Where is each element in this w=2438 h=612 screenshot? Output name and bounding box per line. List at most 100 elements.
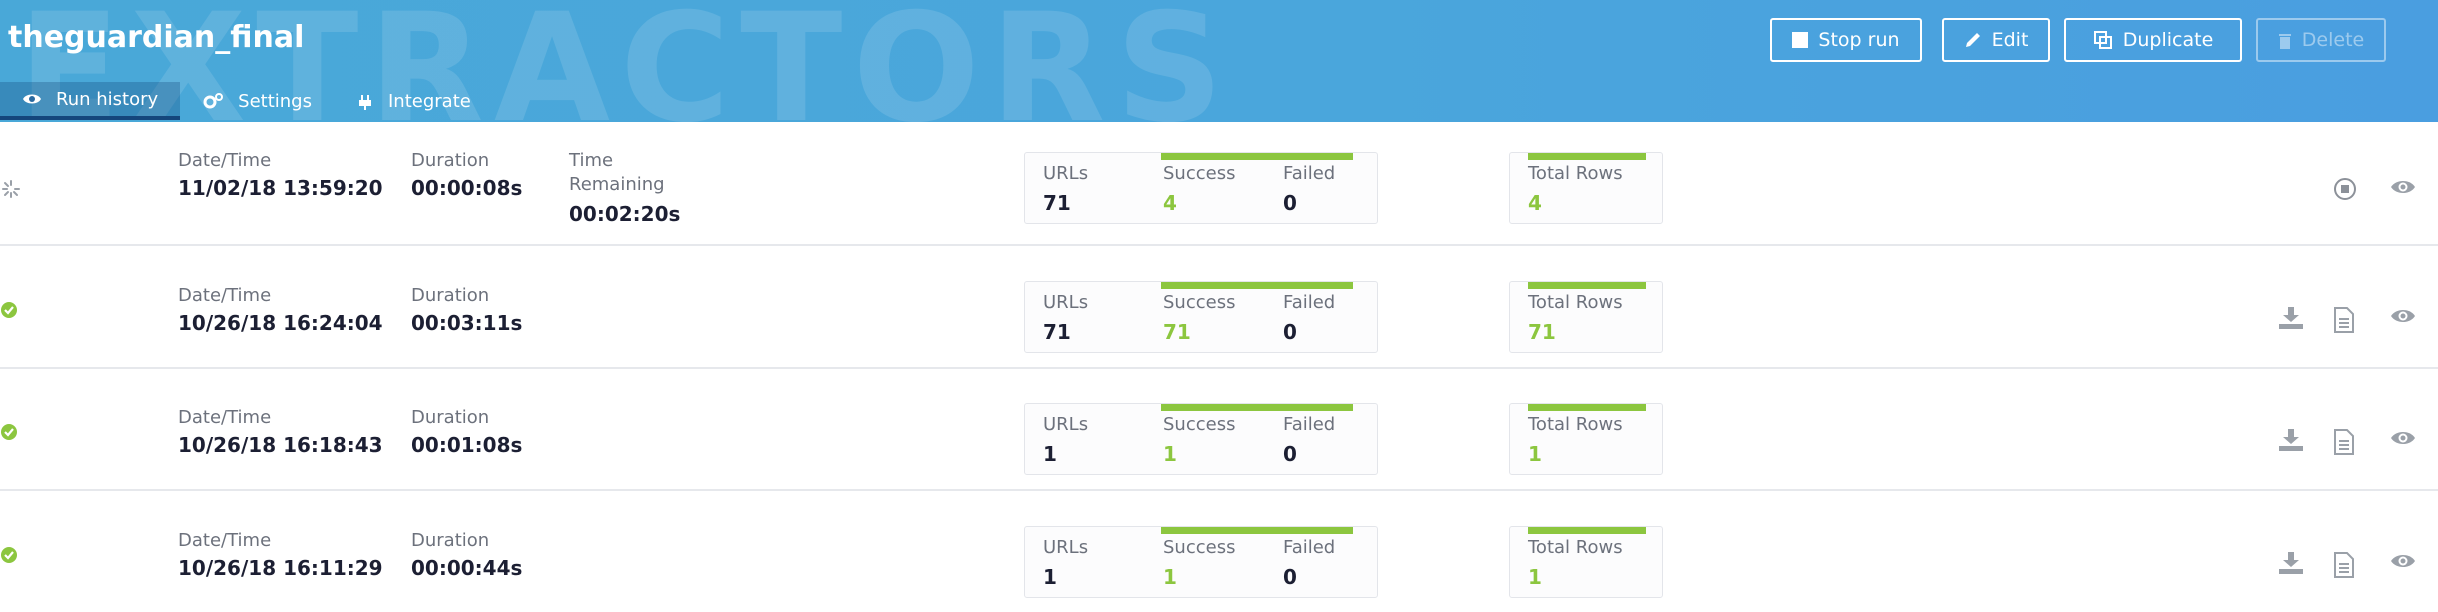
tab-settings[interactable]: Settings xyxy=(180,82,334,120)
rows-bar xyxy=(1528,282,1646,289)
urls-label: URLs xyxy=(1043,537,1089,558)
rows-bar xyxy=(1528,527,1646,534)
run-row: Date/Time 11/02/18 13:59:20 Duration 00:00:… xyxy=(0,122,2438,246)
page-header: EXTRACTORS theguardian_final Run history… xyxy=(0,0,2438,122)
total-rows-count: 4 xyxy=(1528,191,1542,215)
total-rows-count: 71 xyxy=(1528,320,1556,344)
rows-bar xyxy=(1528,153,1646,160)
rows-stats-card: Total Rows 4 xyxy=(1509,152,1663,224)
check-circle-icon xyxy=(1,424,17,440)
rows-stats-card: Total Rows 1 xyxy=(1509,526,1663,598)
success-bar xyxy=(1161,153,1353,160)
tab-bar: Run history Settings Integrate xyxy=(0,82,493,122)
view-log-action[interactable] xyxy=(2334,552,2354,582)
urls-count: 71 xyxy=(1043,320,1071,344)
run-duration: 00:01:08s xyxy=(411,433,523,457)
date-label: Date/Time xyxy=(178,530,272,551)
run-date: 10/26/18 16:11:29 xyxy=(178,556,383,580)
urls-label: URLs xyxy=(1043,163,1089,184)
urls-stats-card: URLs 1 Success 1 Failed 0 xyxy=(1024,526,1378,598)
failed-label: Failed xyxy=(1283,537,1336,558)
stop-run-action[interactable] xyxy=(2334,178,2356,204)
eye-icon xyxy=(2390,432,2416,451)
download-action[interactable] xyxy=(2278,552,2304,578)
check-circle-icon xyxy=(1,302,17,318)
run-duration: 00:00:08s xyxy=(411,176,523,200)
urls-stats-card: URLs 71 Success 4 Failed 0 xyxy=(1024,152,1378,224)
delete-button[interactable]: Delete xyxy=(2256,18,2386,62)
run-date: 10/26/18 16:24:04 xyxy=(178,311,383,335)
tab-label: Run history xyxy=(56,88,159,110)
run-duration: 00:00:44s xyxy=(411,556,523,580)
rows-stats-card: Total Rows 71 xyxy=(1509,281,1663,353)
edit-button[interactable]: Edit xyxy=(1942,18,2050,62)
button-label: Duplicate xyxy=(2122,29,2214,51)
stop-run-button[interactable]: Stop run xyxy=(1770,18,1922,62)
download-action[interactable] xyxy=(2278,429,2304,455)
total-rows-label: Total Rows xyxy=(1528,163,1623,184)
success-count: 71 xyxy=(1163,320,1191,344)
success-label: Success xyxy=(1163,414,1236,435)
tab-label: Settings xyxy=(238,90,312,112)
view-data-action[interactable] xyxy=(2390,429,2416,451)
view-data-action[interactable] xyxy=(2390,178,2416,200)
urls-label: URLs xyxy=(1043,292,1089,313)
rows-bar xyxy=(1528,404,1646,411)
run-row: Date/Time 10/26/18 16:18:43 Duration 00:01:… xyxy=(0,367,2438,491)
total-rows-count: 1 xyxy=(1528,442,1542,466)
eye-icon xyxy=(2390,555,2416,574)
button-label: Delete xyxy=(2301,29,2365,51)
eye-icon xyxy=(2390,310,2416,329)
duplicate-icon xyxy=(2093,31,2112,49)
failed-count: 0 xyxy=(1283,565,1297,589)
run-duration: 00:03:11s xyxy=(411,311,523,335)
run-row: Date/Time 10/26/18 16:24:04 Duration 00:03:… xyxy=(0,245,2438,369)
total-rows-label: Total Rows xyxy=(1528,537,1623,558)
duplicate-button[interactable]: Duplicate xyxy=(2064,18,2242,62)
tab-label: Integrate xyxy=(387,90,471,112)
check-circle-icon xyxy=(1,547,17,563)
pencil-icon xyxy=(1965,33,1980,47)
failed-count: 0 xyxy=(1283,320,1297,344)
failed-label: Failed xyxy=(1283,292,1336,313)
urls-stats-card: URLs 71 Success 71 Failed 0 xyxy=(1024,281,1378,353)
urls-count: 1 xyxy=(1043,442,1057,466)
total-rows-count: 1 xyxy=(1528,565,1542,589)
button-label: Stop run xyxy=(1818,29,1900,51)
urls-count: 1 xyxy=(1043,565,1057,589)
duration-label: Duration xyxy=(411,407,490,428)
failed-count: 0 xyxy=(1283,191,1297,215)
gears-icon xyxy=(203,93,224,109)
success-bar xyxy=(1161,282,1353,289)
download-icon xyxy=(2278,307,2304,333)
date-label: Date/Time xyxy=(178,407,272,428)
document-icon xyxy=(2334,429,2354,459)
spinner-icon xyxy=(2,180,20,198)
view-data-action[interactable] xyxy=(2390,552,2416,574)
tab-run-history[interactable]: Run history xyxy=(0,82,181,120)
document-icon xyxy=(2334,307,2354,337)
success-bar xyxy=(1161,404,1353,411)
urls-stats-card: URLs 1 Success 1 Failed 0 xyxy=(1024,403,1378,475)
success-label: Success xyxy=(1163,163,1236,184)
view-data-action[interactable] xyxy=(2390,307,2416,329)
view-log-action[interactable] xyxy=(2334,307,2354,337)
success-bar xyxy=(1161,527,1353,534)
total-rows-label: Total Rows xyxy=(1528,292,1623,313)
success-label: Success xyxy=(1163,537,1236,558)
download-action[interactable] xyxy=(2278,307,2304,333)
time-remaining-label: Time xyxy=(569,150,614,171)
eye-icon xyxy=(2390,181,2416,200)
trash-icon xyxy=(2278,33,2291,49)
eye-icon xyxy=(23,94,41,104)
download-icon xyxy=(2278,429,2304,455)
button-label: Edit xyxy=(1991,29,2029,51)
urls-label: URLs xyxy=(1043,414,1089,435)
success-count: 4 xyxy=(1163,191,1177,215)
urls-count: 71 xyxy=(1043,191,1071,215)
date-label: Date/Time xyxy=(178,150,272,171)
tab-integrate[interactable]: Integrate xyxy=(334,82,493,120)
failed-label: Failed xyxy=(1283,414,1336,435)
view-log-action[interactable] xyxy=(2334,429,2354,459)
time-remaining: 00:02:20s xyxy=(569,202,681,226)
